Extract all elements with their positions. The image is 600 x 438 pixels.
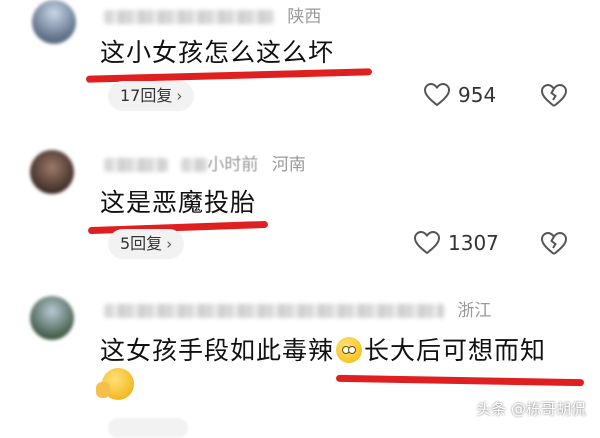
username-blurred [104, 10, 274, 24]
heart-icon [414, 231, 440, 255]
comment-text: 这小女孩怎么这么坏 [100, 38, 335, 67]
reply-button-partial[interactable] [108, 418, 188, 438]
red-underline [335, 374, 585, 387]
comment-location: 浙江 [457, 301, 492, 321]
comment-location: 河南 [271, 155, 306, 175]
avatar[interactable] [30, 296, 74, 340]
like-button[interactable]: 1307 [414, 231, 499, 255]
time-blurred [181, 158, 208, 172]
dislike-icon[interactable] [540, 232, 568, 256]
comment-text: 这是恶魔投胎 [100, 188, 257, 217]
like-button[interactable]: 954 [424, 83, 496, 107]
smirk-emoji-icon [96, 368, 134, 400]
comment-location: 陕西 [287, 7, 322, 27]
comment-meta: 陕西 [104, 2, 321, 27]
avatar[interactable] [30, 150, 74, 194]
heart-icon [424, 83, 450, 107]
emoji-hand [96, 382, 110, 398]
reply-button[interactable]: 17回复 › [108, 81, 195, 111]
chevron-right-icon: › [166, 235, 173, 253]
avatar[interactable] [32, 0, 76, 44]
reply-count: 5回复 [120, 234, 163, 253]
comment-text: 这女孩手段如此毒辣 长大后可想而知 [100, 331, 546, 367]
reply-button[interactable]: 5回复 › [108, 229, 185, 259]
watermark: 头条 @栋哥胡侃 [476, 400, 586, 418]
chevron-right-icon: › [176, 87, 183, 105]
comment-time: 小时前 [207, 155, 259, 175]
reply-count: 17回复 [120, 86, 173, 105]
like-count: 1307 [448, 231, 499, 255]
comment-text-part: 长大后可想而知 [364, 336, 547, 365]
username-blurred [104, 304, 444, 318]
rolling-eyes-emoji-icon [336, 337, 363, 363]
like-count: 954 [458, 83, 497, 107]
comment-meta: 浙江 [104, 296, 491, 321]
comment-text-part: 这女孩手段如此毒辣 [100, 336, 335, 365]
username-blurred [104, 158, 168, 172]
comment-meta: 小时前 河南 [104, 150, 306, 175]
dislike-icon[interactable] [540, 84, 568, 108]
